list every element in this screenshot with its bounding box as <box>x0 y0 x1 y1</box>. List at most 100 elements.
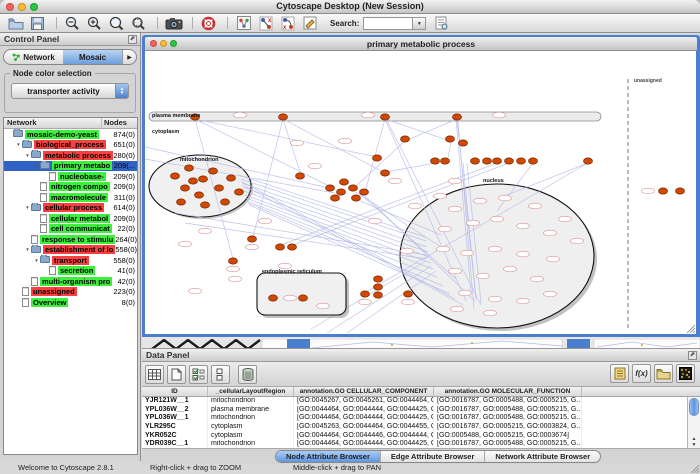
snapshot-icon[interactable] <box>164 15 183 32</box>
network-node[interactable] <box>404 291 413 297</box>
annotation-icon[interactable] <box>300 15 319 32</box>
network-node[interactable] <box>215 185 224 191</box>
network-node[interactable] <box>177 199 186 205</box>
tree-row[interactable]: response to stimulu264(0) <box>4 234 137 245</box>
network-canvas[interactable]: plasma membrane cytoplasm mitochondrion … <box>145 51 696 334</box>
tree-row[interactable]: ▼metabolic process280(0) <box>4 150 137 161</box>
close-button[interactable] <box>150 40 157 47</box>
import-attributes-icon[interactable] <box>654 364 673 383</box>
network-node[interactable] <box>374 276 383 282</box>
network-node[interactable] <box>676 188 685 194</box>
zoom-out-icon[interactable] <box>63 15 82 32</box>
table-vertical-scrollbar[interactable]: ▲▼ <box>687 397 700 448</box>
network-node[interactable] <box>659 188 668 194</box>
table-row[interactable]: YJR121W__1mitochondrion[GO:0045267, GO:0… <box>142 397 700 406</box>
minimize-button[interactable] <box>160 40 167 47</box>
tree-row[interactable]: multi-organism pro42(0) <box>4 276 137 287</box>
network-node[interactable] <box>340 179 349 185</box>
network-node[interactable] <box>269 295 278 301</box>
float-panel-icon[interactable]: ⬈ <box>688 351 697 360</box>
col-header-molecular-function[interactable]: annotation.GO MOLECULAR_FUNCTION <box>434 387 582 396</box>
expand-arrow-icon[interactable]: ▼ <box>24 153 31 158</box>
tree-row[interactable]: unassigned223(0) <box>4 287 137 298</box>
attribute-notes-icon[interactable] <box>610 364 629 383</box>
network-node[interactable] <box>459 140 468 146</box>
network-node[interactable] <box>181 185 190 191</box>
network-node[interactable] <box>529 158 538 164</box>
network-node[interactable] <box>381 114 390 120</box>
network-node[interactable] <box>221 199 230 205</box>
zoom-button[interactable] <box>170 40 177 47</box>
expand-arrow-icon[interactable]: ▼ <box>33 258 40 263</box>
scrollbar-arrows[interactable]: ▲▼ <box>688 436 700 448</box>
network-node[interactable] <box>326 185 335 191</box>
network-node[interactable] <box>209 168 218 174</box>
formula-builder-icon[interactable]: f(x) <box>632 364 651 383</box>
open-session-icon[interactable] <box>6 15 25 32</box>
tree-row[interactable]: ▼biological_process651(0) <box>4 140 137 151</box>
close-button[interactable] <box>6 3 14 11</box>
search-dropdown-button[interactable]: ▼ <box>413 17 426 30</box>
unselect-attributes-icon[interactable] <box>211 365 230 384</box>
scrollbar-thumb[interactable] <box>689 398 699 416</box>
select-attributes-icon[interactable] <box>189 365 208 384</box>
network-node[interactable] <box>227 175 236 181</box>
tree-row[interactable]: ▼transport558(0) <box>4 255 137 266</box>
network-node[interactable] <box>505 158 514 164</box>
network-node[interactable] <box>360 189 369 195</box>
save-session-icon[interactable] <box>28 15 47 32</box>
node-color-dropdown[interactable]: transporter activity ▲▼ <box>11 83 129 99</box>
network-node[interactable] <box>381 170 390 176</box>
network-node[interactable] <box>493 158 502 164</box>
tree-row[interactable]: macromolecule311(0) <box>4 192 137 203</box>
network-node[interactable] <box>276 244 285 250</box>
window-resize-grip[interactable] <box>685 323 695 333</box>
network-node[interactable] <box>299 295 308 301</box>
network-window-titlebar[interactable]: primary metabolic process <box>145 37 697 51</box>
table-row[interactable]: YDR039C__1mitochondrion[GO:0044464, GO:0… <box>142 440 700 449</box>
network-node[interactable] <box>279 114 288 120</box>
network-node[interactable] <box>453 114 462 120</box>
tree-row[interactable]: Overview8(0) <box>4 297 137 308</box>
network-node[interactable] <box>374 284 383 290</box>
minimize-button[interactable] <box>18 3 26 11</box>
tree-col-network[interactable]: Network <box>4 118 101 128</box>
tree-row[interactable]: ▼establishment of lo558(0) <box>4 245 137 256</box>
graphics-details-icon[interactable] <box>234 15 253 32</box>
tree-row[interactable]: secretion41(0) <box>4 266 137 277</box>
network-node[interactable] <box>229 258 238 264</box>
network-node[interactable] <box>349 185 358 191</box>
network-node[interactable] <box>201 202 210 208</box>
network-node[interactable] <box>248 236 257 242</box>
zoom-button[interactable] <box>30 3 38 11</box>
network-node[interactable] <box>401 136 410 142</box>
search-input[interactable] <box>363 17 413 30</box>
network-node[interactable] <box>361 291 370 297</box>
network-node[interactable] <box>483 158 492 164</box>
network-node[interactable] <box>235 189 244 195</box>
table-row[interactable]: YPL036W__1mitochondrion[GO:0044464, GO:0… <box>142 414 700 423</box>
float-panel-icon[interactable]: ⬈ <box>128 35 137 44</box>
tree-row[interactable]: ▼primary metabo209(... <box>4 161 137 172</box>
table-row[interactable]: YLR295Ccytoplasm[GO:0045263, GO:0044464,… <box>142 423 700 432</box>
tree-row[interactable]: cell communicat22(0) <box>4 224 137 235</box>
network-node[interactable] <box>296 173 305 179</box>
network-node[interactable] <box>352 195 361 201</box>
network-node[interactable] <box>195 192 204 198</box>
tab-overflow-arrow[interactable]: ▶ <box>122 50 136 64</box>
tree-col-nodes[interactable]: Nodes <box>101 118 137 128</box>
col-header-id[interactable]: ID <box>142 387 208 396</box>
tree-row[interactable]: ▼cellular process614(0) <box>4 203 137 214</box>
edge-style-icon-2[interactable]: x <box>278 15 297 32</box>
tree-row[interactable]: nitrogen compo209(0) <box>4 182 137 193</box>
network-node[interactable] <box>189 178 198 184</box>
network-node[interactable] <box>446 136 455 142</box>
network-node[interactable] <box>288 244 297 250</box>
network-node[interactable] <box>584 158 593 164</box>
zoom-fit-icon[interactable] <box>107 15 126 32</box>
expand-arrow-icon[interactable]: ▼ <box>15 142 22 147</box>
col-header-cellular-component[interactable]: annotation.GO CELLULAR_COMPONENT <box>294 387 434 396</box>
tab-mosaic[interactable]: Mosaic <box>63 50 122 64</box>
tab-network[interactable]: Network <box>4 50 63 64</box>
network-node[interactable] <box>441 158 450 164</box>
